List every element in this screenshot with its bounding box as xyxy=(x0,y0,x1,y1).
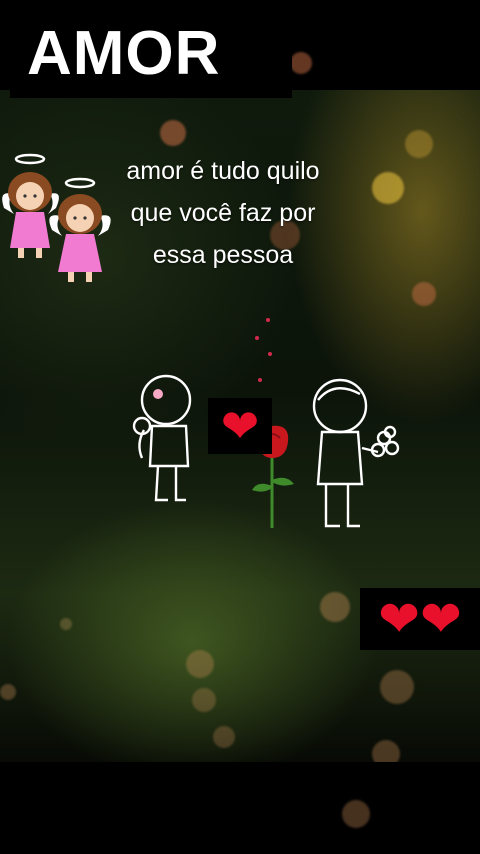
bokeh-light xyxy=(320,592,350,622)
bokeh-light xyxy=(213,726,235,748)
bokeh-light xyxy=(186,650,214,678)
heart-particle xyxy=(266,318,270,322)
page-title: AMOR xyxy=(27,19,221,88)
caption-text: amor é tudo quilo que você faz por essa … xyxy=(126,157,320,269)
bokeh-light xyxy=(372,172,404,204)
boy-line-drawing xyxy=(312,378,400,528)
bokeh-light xyxy=(380,670,414,704)
red-heart-icon: ❤ xyxy=(220,400,260,452)
bokeh-light xyxy=(160,120,186,146)
angel-girl-icon xyxy=(49,177,111,282)
bokeh-light xyxy=(290,52,312,74)
red-heart-icon: ❤ xyxy=(420,591,462,647)
bokeh-light xyxy=(412,282,436,306)
girl-line-drawing xyxy=(132,374,192,502)
bokeh-light xyxy=(0,684,16,700)
bokeh-light xyxy=(60,618,72,630)
bokeh-light xyxy=(192,688,216,712)
bottom-black-bar xyxy=(0,762,480,854)
red-heart-icon: ❤ xyxy=(378,591,420,647)
bokeh-light xyxy=(342,800,370,828)
single-heart-box: ❤ xyxy=(208,398,272,454)
heart-particle xyxy=(258,378,262,382)
heart-particle xyxy=(255,336,259,340)
bokeh-light xyxy=(405,130,433,158)
heart-particle xyxy=(268,352,272,356)
double-heart-box: ❤ ❤ xyxy=(360,588,480,650)
